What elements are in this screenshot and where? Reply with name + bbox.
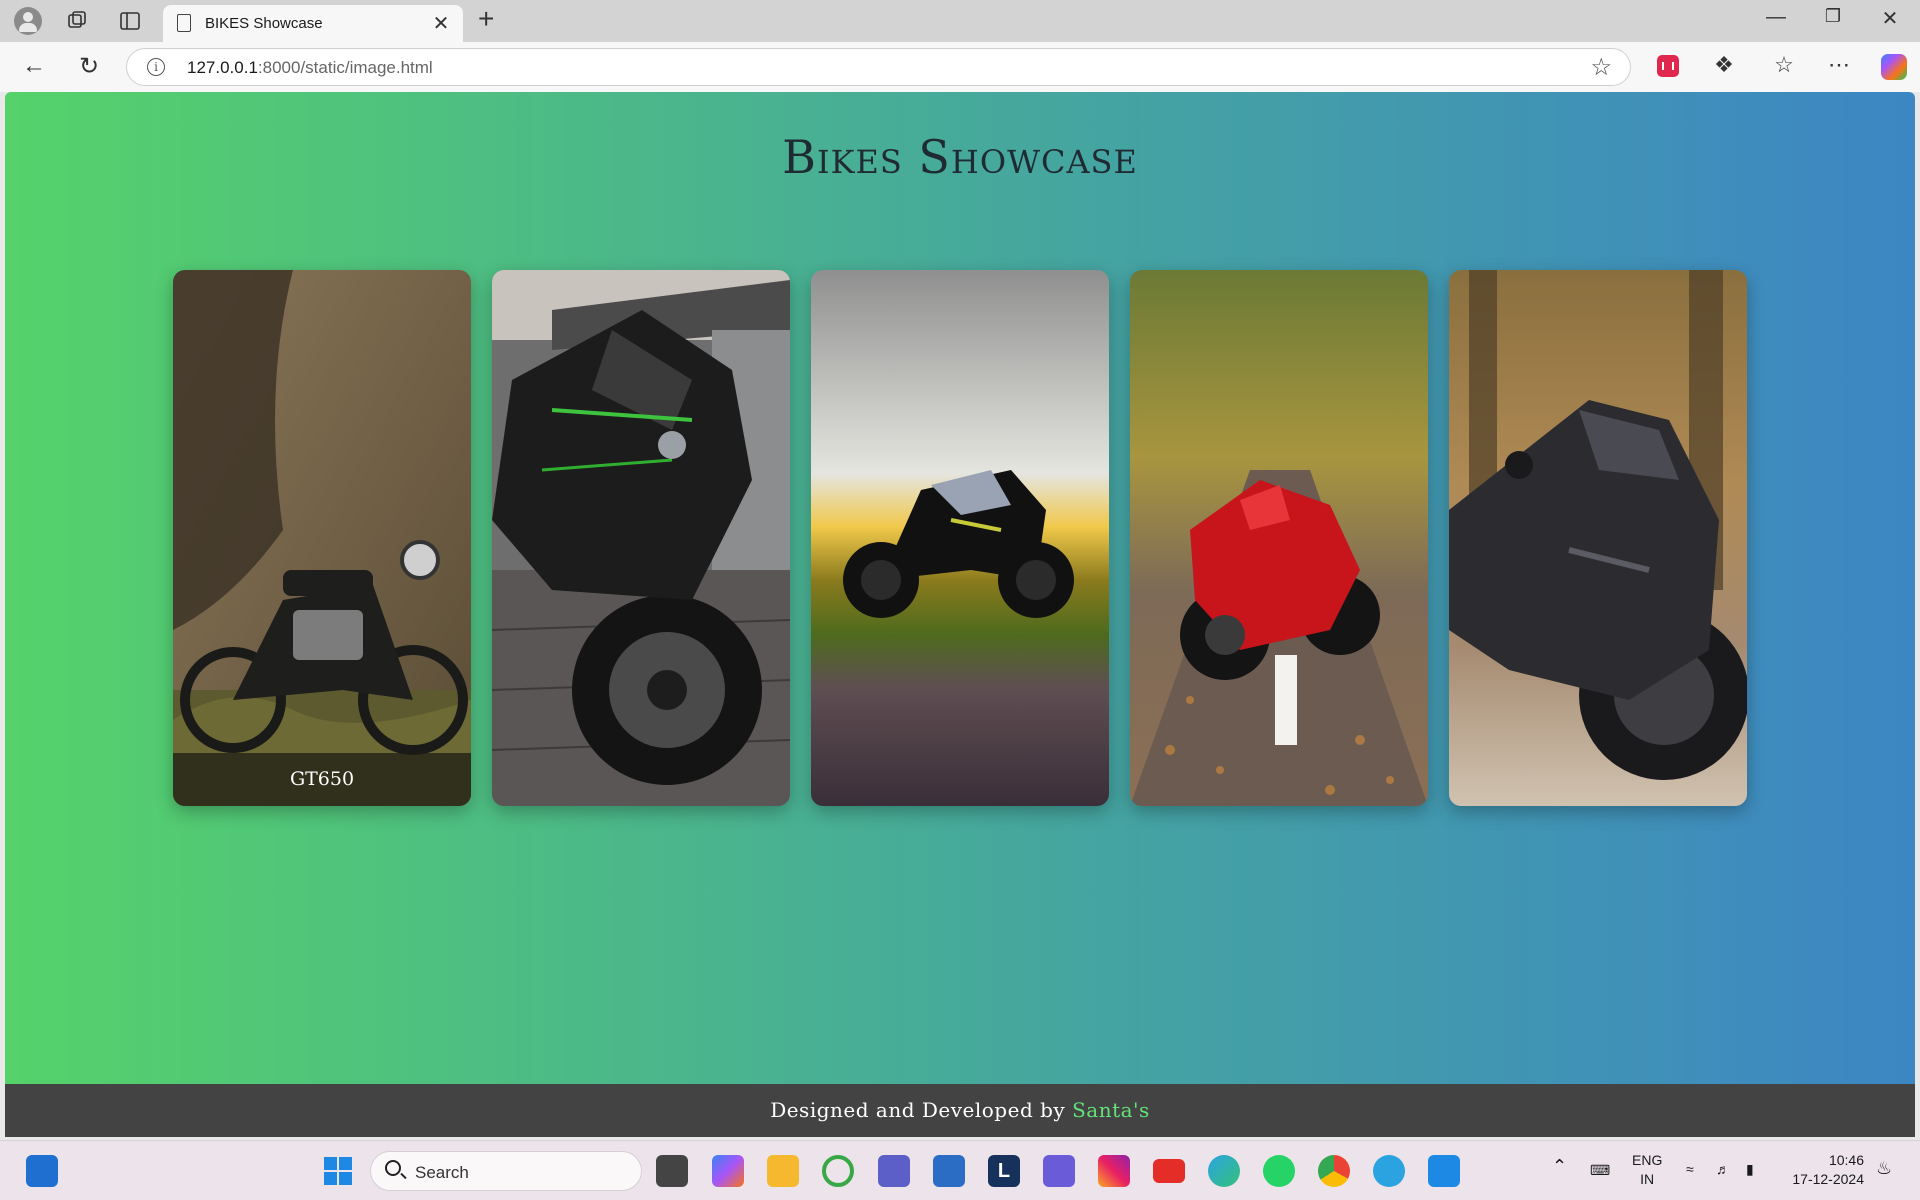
vscode-icon[interactable]: [1428, 1155, 1460, 1187]
page-footer: Designed and Developed by Santa's: [5, 1084, 1915, 1137]
copilot-taskbar-icon[interactable]: [712, 1155, 744, 1187]
start-windows-icon[interactable]: [322, 1155, 354, 1187]
bike-card-sunset[interactable]: [811, 270, 1109, 806]
keyboard-icon[interactable]: ⌨: [1590, 1161, 1610, 1180]
copilot-icon[interactable]: [1881, 54, 1907, 80]
favorite-star-icon[interactable]: ☆: [1590, 53, 1612, 82]
extension-icon-red[interactable]: [1657, 55, 1679, 77]
new-tab-button[interactable]: +: [478, 3, 494, 35]
profile-icon[interactable]: [14, 7, 42, 35]
wifi-icon[interactable]: ≈: [1686, 1160, 1694, 1179]
close-tab-icon[interactable]: ✕: [429, 11, 453, 36]
more-menu-icon[interactable]: ⋯: [1823, 52, 1855, 78]
teams-icon[interactable]: [878, 1155, 910, 1187]
close-window-icon[interactable]: ✕: [1870, 6, 1910, 31]
search-icon: [385, 1160, 401, 1176]
instagram-icon[interactable]: [1098, 1155, 1130, 1187]
windows-taskbar: Search L ⌃ ⌨ ENG IN ≈ ♬ ▮ 10:46 17-12-2024…: [0, 1140, 1920, 1200]
browser-toolbar: ← ↻ i 127.0.0.1:8000/static/image.html ☆…: [0, 42, 1920, 92]
battery-icon[interactable]: ▮: [1746, 1160, 1754, 1179]
store-icon[interactable]: [933, 1155, 965, 1187]
whatsapp-icon[interactable]: [1263, 1155, 1295, 1187]
file-explorer-icon[interactable]: [767, 1155, 799, 1187]
favorites-icon[interactable]: ☆: [1768, 52, 1800, 78]
chrome-icon[interactable]: [1318, 1155, 1350, 1187]
tab-actions-icon[interactable]: [117, 8, 143, 34]
search-label: Search: [415, 1163, 469, 1182]
youtube-icon[interactable]: [1153, 1159, 1185, 1183]
page-viewport: Bikes Showcase GT650 Designed and Develo…: [5, 92, 1915, 1137]
restore-icon[interactable]: ❐: [1813, 6, 1853, 27]
refresh-app-icon[interactable]: [822, 1155, 854, 1187]
notification-bell-icon[interactable]: ♨: [1876, 1159, 1892, 1178]
footer-author: Santa's: [1072, 1098, 1150, 1122]
bike-image-ducati: [1130, 270, 1428, 806]
workspaces-icon[interactable]: [64, 8, 90, 34]
bike-image-bmw: [1449, 270, 1747, 806]
page-icon: [177, 14, 191, 32]
refresh-icon[interactable]: ↻: [73, 52, 105, 81]
bike-image-gt650: [173, 270, 471, 806]
l-app-icon[interactable]: L: [988, 1155, 1020, 1187]
bike-image-kawasaki: [492, 270, 790, 806]
minimize-icon[interactable]: —: [1756, 6, 1796, 29]
widgets-icon[interactable]: [26, 1155, 58, 1187]
language-indicator[interactable]: ENG IN: [1632, 1151, 1662, 1189]
extensions-puzzle-icon[interactable]: ❖: [1708, 52, 1740, 78]
tab-active[interactable]: BIKES Showcase ✕: [163, 5, 463, 42]
task-view-icon[interactable]: [656, 1155, 688, 1187]
telegram-icon[interactable]: [1373, 1155, 1405, 1187]
edge-icon[interactable]: [1208, 1155, 1240, 1187]
back-arrow-icon[interactable]: ←: [18, 52, 50, 80]
bike-image-sunset: [811, 270, 1109, 806]
bike-card-ducati[interactable]: [1130, 270, 1428, 806]
a-app-icon[interactable]: [1043, 1155, 1075, 1187]
footer-credit-text: Designed and Developed by: [770, 1098, 1066, 1122]
bike-card-gt650[interactable]: GT650: [173, 270, 471, 806]
address-bar[interactable]: i 127.0.0.1:8000/static/image.html ☆: [126, 48, 1631, 86]
page-title: Bikes Showcase: [782, 130, 1138, 184]
tray-chevron-icon[interactable]: ⌃: [1552, 1157, 1567, 1176]
bike-caption: GT650: [173, 753, 471, 806]
site-info-icon[interactable]: i: [147, 58, 165, 76]
tab-title: BIKES Showcase: [205, 15, 323, 32]
bike-card-bmw[interactable]: [1449, 270, 1747, 806]
clock[interactable]: 10:46 17-12-2024: [1784, 1151, 1864, 1189]
bike-card-kawasaki[interactable]: [492, 270, 790, 806]
taskbar-search[interactable]: Search: [370, 1151, 642, 1191]
url-text: 127.0.0.1:8000/static/image.html: [187, 58, 433, 77]
volume-icon[interactable]: ♬: [1716, 1160, 1730, 1179]
browser-tab-strip: BIKES Showcase ✕ + — ❐ ✕: [0, 0, 1920, 42]
